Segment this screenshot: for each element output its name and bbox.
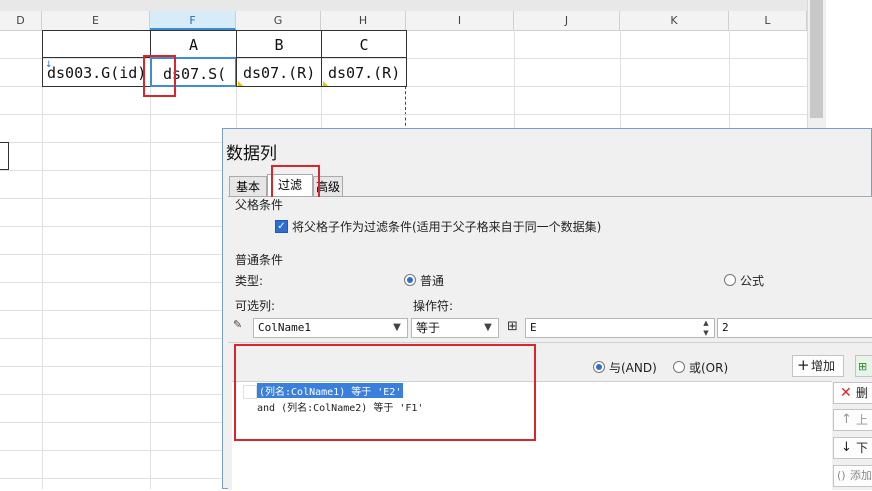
radio-and-label: 与(AND) (609, 361, 657, 375)
grid-line (42, 30, 43, 489)
arrow-up-icon: ↑ (841, 412, 852, 427)
radio-formula-label: 公式 (740, 274, 765, 288)
col-header-f[interactable]: F (150, 11, 236, 30)
dialog-title: 数据列 (226, 144, 277, 164)
corner-marker-icon (238, 81, 243, 86)
col-header-e[interactable]: E (42, 11, 150, 30)
delete-button[interactable]: ✕ 删 (833, 382, 872, 404)
scrollbar-thumb[interactable] (810, 0, 823, 118)
available-columns-label: 可选列: (235, 299, 276, 313)
divider (228, 342, 872, 343)
grid-line (0, 114, 826, 115)
checkbox-label: 将父格子作为过滤条件(适用于父子格来自于同一个数据集) (292, 220, 602, 234)
tool-button[interactable]: ⊞ (855, 355, 872, 377)
abc-column-icon: ✎ (233, 318, 243, 331)
grid-line (150, 30, 151, 489)
condition-item[interactable]: and (列名:ColName2) 等于 'F1' (257, 399, 423, 414)
selected-cell[interactable]: ds07.S( (150, 57, 237, 87)
add-bracket-button[interactable]: () 添加 (833, 465, 872, 487)
move-up-button[interactable]: ↑ 上 (833, 409, 872, 431)
condition-item-selected[interactable]: (列名:ColName1) 等于 'E2' (257, 383, 404, 398)
table-cell[interactable]: A (150, 30, 237, 58)
corner-marker-icon (323, 81, 328, 86)
section-title: 普通条件 (235, 253, 284, 267)
radio-and[interactable] (593, 361, 605, 373)
chevron-down-icon[interactable]: ▼ (388, 319, 406, 337)
radio-formula[interactable] (724, 274, 736, 286)
radio-or[interactable] (673, 361, 685, 373)
col-header-d[interactable]: D (0, 11, 42, 30)
table-cell[interactable] (42, 30, 151, 58)
top-bar (0, 0, 826, 11)
blank-area (826, 0, 872, 130)
plus-icon: + (797, 356, 810, 374)
add-button[interactable]: + 增加 (792, 355, 844, 377)
chevron-down-icon[interactable]: ▼ (479, 319, 497, 337)
section-title: 父格条件 (235, 198, 284, 212)
expand-down-icon: ↓ (45, 60, 53, 70)
col-header-l[interactable]: L (729, 11, 807, 30)
tab-advanced[interactable]: 高级 (313, 176, 343, 196)
add-button-label: 增加 (811, 359, 836, 373)
tree-toggle[interactable] (243, 385, 257, 399)
table-cell[interactable]: ds07.(R) (236, 57, 322, 87)
radio-normal-label: 普通 (420, 274, 445, 288)
grid-icon: ⊞ (858, 360, 868, 373)
stepper-icon[interactable]: ▲ ▼ (699, 318, 713, 338)
tab-basic[interactable]: 基本 (229, 176, 267, 196)
table-cell[interactable]: ds003.G(id) (42, 57, 151, 87)
radio-or-label: 或(OR) (689, 361, 729, 375)
close-icon: ✕ (840, 385, 852, 401)
add-bracket-label: 添加 (850, 469, 872, 482)
parentheses-icon: () (837, 469, 846, 482)
table-cell[interactable]: B (236, 30, 322, 58)
col-header-j[interactable]: J (514, 11, 620, 30)
move-down-label: 下 (856, 441, 869, 455)
delete-label: 删 (856, 386, 869, 400)
value-number-field[interactable]: 2 (717, 318, 872, 338)
parent-filter-checkbox[interactable]: ✓ (275, 220, 288, 233)
col-header-k[interactable]: K (620, 11, 729, 30)
operator-label: 操作符: (413, 299, 454, 313)
tab-filter[interactable]: 过滤 (267, 174, 313, 196)
move-down-button[interactable]: ↓ 下 (833, 437, 872, 459)
page-break-line (405, 86, 406, 131)
cell-grid-icon: ⊞ (507, 319, 518, 334)
move-up-label: 上 (856, 413, 869, 427)
radio-normal[interactable] (404, 274, 416, 286)
col-header-g[interactable]: G (236, 11, 321, 30)
type-label: 类型: (235, 274, 264, 288)
column-header-row: D E F G H I J K L (0, 11, 826, 31)
column-select[interactable]: ColName1 (253, 318, 408, 338)
value-type-field[interactable]: E (525, 318, 715, 338)
col-header-i[interactable]: I (406, 11, 514, 30)
table-cell[interactable]: ds07.(R) (321, 57, 407, 87)
table-cell[interactable]: C (321, 30, 407, 58)
col-header-h[interactable]: H (321, 11, 406, 30)
partial-cell (0, 142, 9, 170)
data-column-dialog: 数据列 基本 过滤 高级 父格条件 ✓ 将父格子作为过滤条件(适用于父子格来自于… (222, 128, 872, 491)
arrow-down-icon: ↓ (841, 440, 852, 455)
